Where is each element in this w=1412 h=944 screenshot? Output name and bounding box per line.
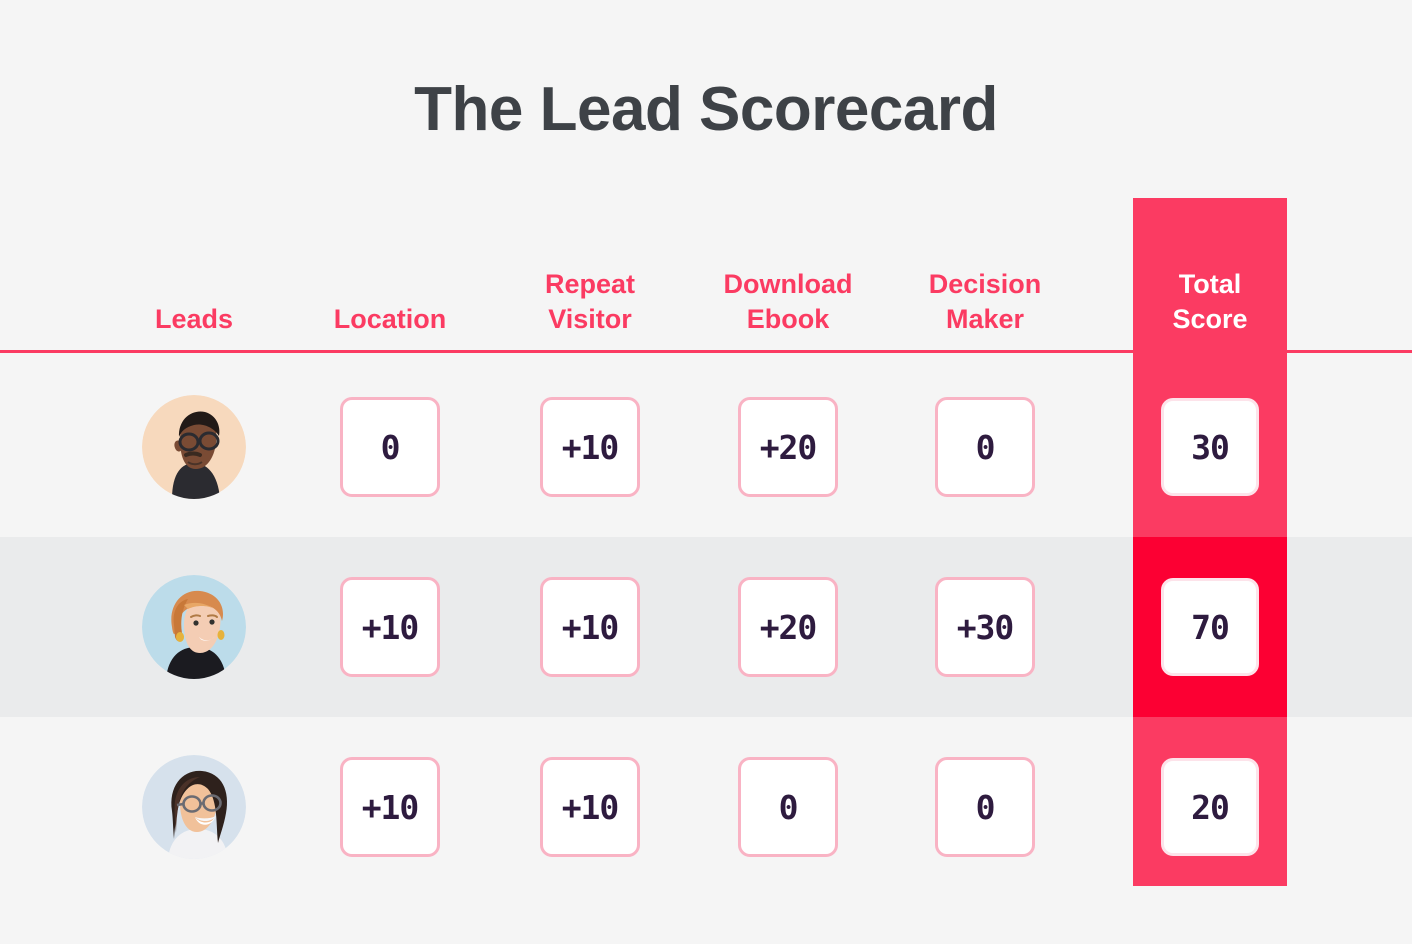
score-box-total: 30 xyxy=(1161,398,1259,496)
column-header-location-line1: Location xyxy=(333,304,447,335)
score-cell-repeat-visitor[interactable]: +10 xyxy=(510,717,670,897)
avatar xyxy=(142,755,246,859)
lead-avatar-cell xyxy=(124,357,264,537)
score-box: +10 xyxy=(540,757,640,857)
column-header-decision-maker: Decision Maker xyxy=(897,222,1073,350)
column-header-download-ebook-line1: Download xyxy=(723,268,853,299)
score-box: +20 xyxy=(738,577,838,677)
score-box: 0 xyxy=(935,397,1035,497)
column-header-repeat-visitor: Repeat Visitor xyxy=(510,222,670,350)
column-header-total-score-line2: Score xyxy=(1172,304,1248,335)
score-box: +10 xyxy=(340,757,440,857)
score-box: 0 xyxy=(340,397,440,497)
lead-avatar-cell xyxy=(124,717,264,897)
score-cell-location[interactable]: 0 xyxy=(310,357,470,537)
score-box: +10 xyxy=(340,577,440,677)
column-header-repeat-visitor-line1: Repeat xyxy=(544,268,636,299)
avatar-man-glasses-peach-icon xyxy=(142,395,246,499)
column-header-decision-maker-line2: Maker xyxy=(945,304,1025,335)
score-cell-decision-maker[interactable]: +30 xyxy=(905,537,1065,717)
table-header-row: Leads Location Repeat Visitor Download E… xyxy=(0,222,1412,350)
score-box: +10 xyxy=(540,397,640,497)
score-cell-repeat-visitor[interactable]: +10 xyxy=(510,537,670,717)
column-header-leads-line1: Leads xyxy=(154,304,234,335)
table-row[interactable]: +10 +10 +20 +30 70 xyxy=(0,537,1412,717)
table-row[interactable]: 0 +10 +20 0 30 xyxy=(0,357,1412,537)
score-cell-total-score[interactable]: 30 xyxy=(1133,357,1287,537)
score-cell-total-score[interactable]: 20 xyxy=(1133,717,1287,897)
header-divider xyxy=(0,350,1412,353)
column-header-repeat-visitor-line2: Visitor xyxy=(548,304,632,335)
score-box-total: 70 xyxy=(1161,578,1259,676)
score-cell-decision-maker[interactable]: 0 xyxy=(905,717,1065,897)
column-header-total-score-line1: Total xyxy=(1178,268,1242,299)
score-box-total: 20 xyxy=(1161,758,1259,856)
score-box: 0 xyxy=(738,757,838,857)
score-cell-location[interactable]: +10 xyxy=(310,717,470,897)
score-cell-download-ebook[interactable]: 0 xyxy=(708,717,868,897)
score-cell-repeat-visitor[interactable]: +10 xyxy=(510,357,670,537)
score-cell-total-score[interactable]: 70 xyxy=(1133,537,1287,717)
score-box: +20 xyxy=(738,397,838,497)
score-box: 0 xyxy=(935,757,1035,857)
score-cell-decision-maker[interactable]: 0 xyxy=(905,357,1065,537)
column-header-leads: Leads xyxy=(124,222,264,350)
avatar xyxy=(142,575,246,679)
avatar-woman-short-hair-blue-icon xyxy=(142,575,246,679)
score-cell-location[interactable]: +10 xyxy=(310,537,470,717)
table-row[interactable]: +10 +10 0 0 20 xyxy=(0,717,1412,897)
column-header-download-ebook-line2: Ebook xyxy=(746,304,830,335)
avatar xyxy=(142,395,246,499)
score-cell-download-ebook[interactable]: +20 xyxy=(708,537,868,717)
score-cell-download-ebook[interactable]: +20 xyxy=(708,357,868,537)
page-title: The Lead Scorecard xyxy=(414,75,998,144)
score-box: +10 xyxy=(540,577,640,677)
column-header-total-score: Total Score xyxy=(1133,222,1287,350)
column-header-decision-maker-line1: Decision xyxy=(928,268,1042,299)
score-box: +30 xyxy=(935,577,1035,677)
lead-avatar-cell xyxy=(124,537,264,717)
avatar-woman-glasses-lightblue-icon xyxy=(142,755,246,859)
lead-scorecard-page: The Lead Scorecard Leads Location Repeat… xyxy=(0,0,1412,944)
column-header-download-ebook: Download Ebook xyxy=(698,222,878,350)
column-header-location: Location xyxy=(310,222,470,350)
